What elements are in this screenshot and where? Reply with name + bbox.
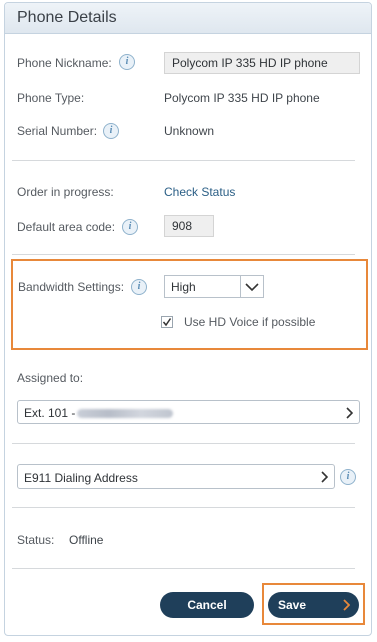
select-separator xyxy=(240,276,241,297)
save-label: Save xyxy=(278,598,307,612)
chevron-right-icon xyxy=(343,599,350,611)
bandwidth-settings-label: Bandwidth Settings: xyxy=(18,280,125,294)
extension-prefix: Ext. 101 - xyxy=(24,406,76,420)
panel-header: Phone Details xyxy=(5,3,371,34)
area-code-field[interactable]: 908 xyxy=(164,215,214,237)
chevron-right-icon xyxy=(321,471,328,483)
default-area-code-label: Default area code: xyxy=(17,220,116,234)
assigned-extension-button[interactable]: Ext. 101 - xyxy=(17,400,360,424)
info-icon[interactable]: i xyxy=(131,279,147,295)
divider xyxy=(12,568,355,569)
assigned-extension-text: Ext. 101 - xyxy=(24,406,174,420)
check-status-link[interactable]: Check Status xyxy=(164,185,235,199)
divider xyxy=(12,160,355,161)
cancel-button[interactable]: Cancel xyxy=(160,592,254,618)
checkmark-icon xyxy=(162,318,172,327)
bandwidth-selected-value: High xyxy=(171,280,196,294)
bandwidth-select[interactable]: High xyxy=(164,275,264,298)
serial-number-value: Unknown xyxy=(164,124,215,138)
phone-type-label: Phone Type: xyxy=(17,91,85,105)
hd-voice-checkbox[interactable] xyxy=(161,316,173,328)
info-icon[interactable]: i xyxy=(340,469,356,485)
phone-type-value: Polycom IP 335 HD IP phone xyxy=(164,91,320,105)
e911-dialing-address-button[interactable]: E911 Dialing Address xyxy=(17,464,335,489)
phone-nickname-field[interactable]: Polycom IP 335 HD IP phone xyxy=(164,52,360,74)
hd-voice-label: Use HD Voice if possible xyxy=(184,315,316,329)
phone-nickname-value: Polycom IP 335 HD IP phone xyxy=(172,56,328,70)
info-icon[interactable]: i xyxy=(119,54,135,70)
bandwidth-highlight xyxy=(11,259,368,350)
divider xyxy=(12,443,355,444)
chevron-down-icon xyxy=(245,283,259,292)
status-value: Offline xyxy=(69,533,104,547)
e911-label: E911 Dialing Address xyxy=(24,471,138,485)
info-icon[interactable]: i xyxy=(122,219,138,235)
chevron-right-icon xyxy=(346,407,353,419)
order-in-progress-label: Order in progress: xyxy=(17,185,114,199)
assigned-to-label: Assigned to: xyxy=(17,371,84,385)
redacted-extension-name xyxy=(77,409,174,419)
divider xyxy=(12,507,355,508)
panel-title: Phone Details xyxy=(17,9,117,26)
area-code-value: 908 xyxy=(172,219,193,233)
divider xyxy=(12,254,355,255)
phone-nickname-label: Phone Nickname: xyxy=(17,56,112,70)
save-button[interactable]: Save xyxy=(268,592,359,618)
status-label: Status: xyxy=(17,533,55,547)
serial-number-label: Serial Number: xyxy=(17,124,98,138)
info-icon[interactable]: i xyxy=(103,123,119,139)
cancel-label: Cancel xyxy=(187,598,227,612)
